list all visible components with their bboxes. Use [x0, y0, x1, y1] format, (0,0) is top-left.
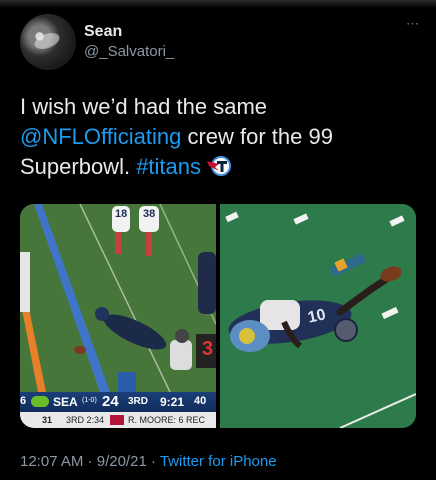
scoreboard-score: 24: [102, 393, 119, 410]
scoreboard-quarter: 6: [20, 395, 27, 407]
subbar-left: 31: [42, 415, 53, 425]
tweet-time[interactable]: 12:07 AM: [20, 453, 83, 470]
jersey-number: 10: [306, 306, 328, 327]
separator: ·: [83, 453, 97, 470]
scoreboard-down: 3RD: [128, 396, 149, 407]
scoreboard-play-clock: 40: [194, 395, 207, 407]
media-grid[interactable]: 3 18 38 6 SEA (1-0) 24 3RD 9:21 40 31 3R…: [20, 204, 416, 428]
tweet-text-part: I wish we’d had the same: [20, 94, 268, 119]
more-options-icon[interactable]: ⋯: [406, 17, 426, 30]
seahawks-logo-icon: [31, 396, 49, 407]
tweet-footer: 12:07 AM · 9/20/21 · Twitter for iPhone: [20, 453, 277, 470]
scoreboard-team: SEA: [53, 395, 78, 409]
top-fade: [0, 0, 436, 8]
scoreboard-record: (1-0): [82, 397, 97, 404]
mention-link[interactable]: @NFLOfficiating: [20, 124, 181, 149]
subbar-right: R. MOORE: 6 REC: [128, 415, 206, 425]
scoreboard-bar: 6 SEA (1-0) 24 3RD 9:21 40: [20, 392, 216, 412]
football-photo-left[interactable]: 3 18 38 6 SEA (1-0) 24 3RD 9:21 40 31 3R…: [20, 204, 216, 428]
titans-logo-icon: [205, 155, 233, 177]
tweet-header: Sean @_Salvatori_ ⋯: [20, 14, 420, 70]
hashtag-link[interactable]: #titans: [136, 154, 201, 179]
separator: ·: [146, 453, 160, 470]
tweet-source-link[interactable]: Twitter for iPhone: [160, 453, 277, 470]
jersey-number: 18: [115, 208, 128, 220]
tweet-text: I wish we’d had the same @NFLOfficiating…: [20, 92, 420, 182]
cardinals-logo-icon: [110, 415, 124, 425]
author-name[interactable]: Sean: [84, 23, 122, 41]
scoreboard-clock: 9:21: [160, 395, 185, 409]
author-handle[interactable]: @_Salvatori_: [84, 43, 174, 60]
down-marker: 3: [202, 338, 214, 360]
scoreboard-subbar: 31 3RD 2:34 R. MOORE: 6 REC: [20, 412, 216, 428]
jersey-number: 38: [143, 208, 156, 220]
tweet-date[interactable]: 9/20/21: [97, 453, 147, 470]
subbar-mid: 3RD 2:34: [66, 415, 105, 425]
avatar[interactable]: [20, 14, 76, 70]
football-photo-right[interactable]: 10: [220, 204, 416, 428]
